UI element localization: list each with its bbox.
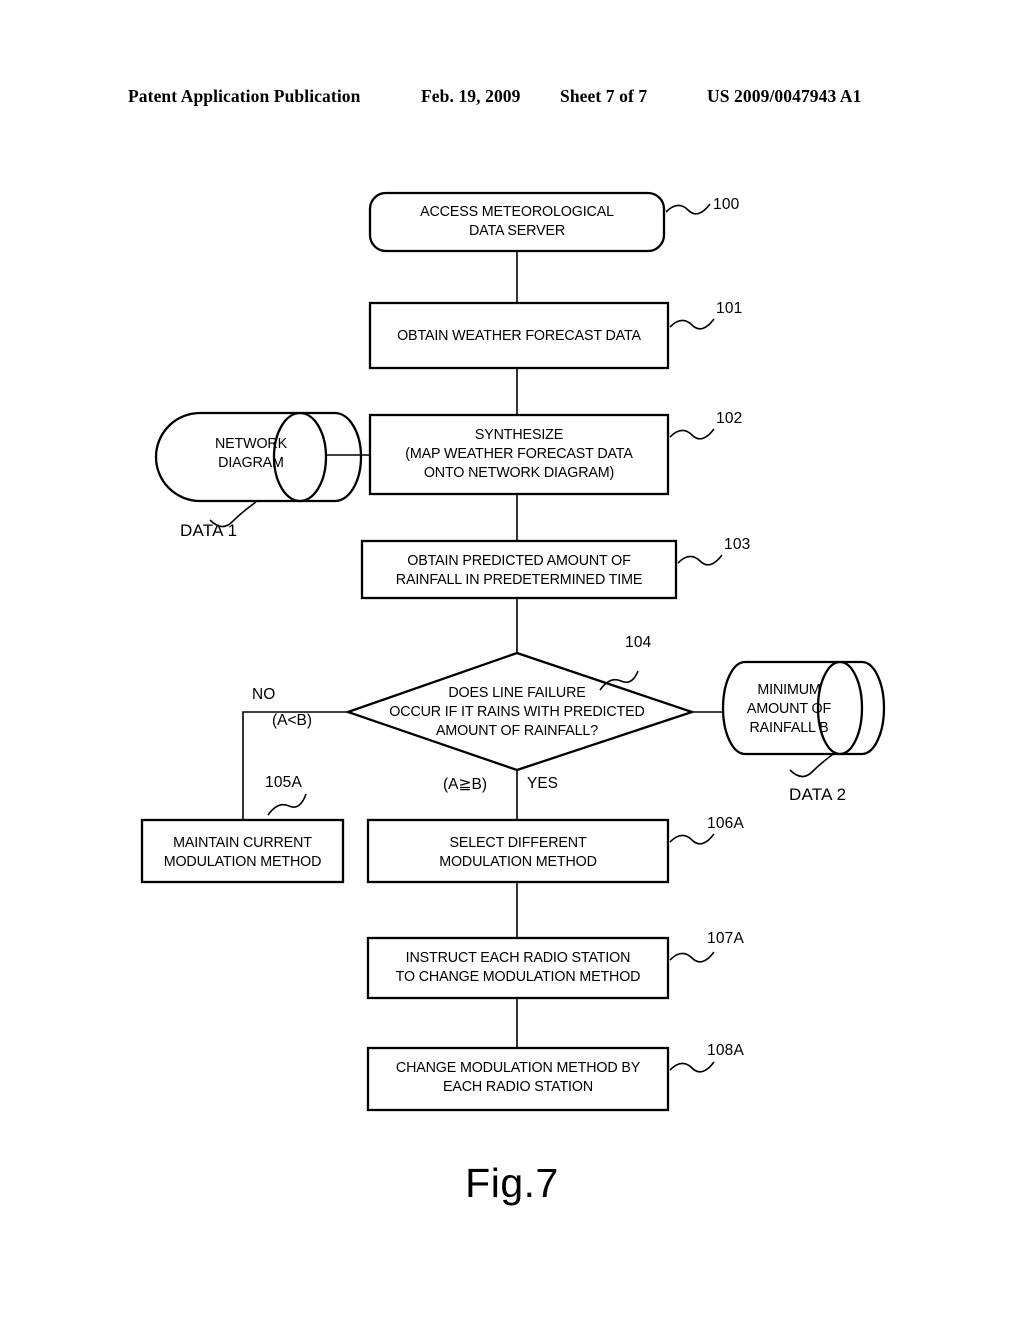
ref-numeral-data1: DATA 1 xyxy=(180,521,238,540)
flowchart-figure: ACCESS METEOROLOGICAL DATA SERVER OBTAIN… xyxy=(0,0,1024,1320)
leader-103 xyxy=(677,554,723,566)
leader-101 xyxy=(669,318,715,330)
ref-numeral-102: 102 xyxy=(716,410,743,427)
ref-numeral-100: 100 xyxy=(713,196,740,213)
branch-label-yes: YES xyxy=(527,775,559,792)
ref-numeral-104: 104 xyxy=(625,634,652,651)
ref-numeral-data2: DATA 2 xyxy=(789,785,847,804)
ref-numeral-106A: 106A xyxy=(707,815,744,832)
ref-numeral-105A: 105A xyxy=(265,774,302,791)
data2-label: MINIMUM AMOUNT OF RAINFALL B xyxy=(746,681,832,736)
node-108A-label: CHANGE MODULATION METHOD BY EACH RADIO S… xyxy=(395,1059,641,1095)
node-103-label: OBTAIN PREDICTED AMOUNT OF RAINFALL IN P… xyxy=(395,552,643,588)
node-107A-label: INSTRUCT EACH RADIO STATION TO CHANGE MO… xyxy=(395,949,641,985)
flowchart-vector-layer xyxy=(140,191,886,1112)
node-105A-label: MAINTAIN CURRENT MODULATION METHOD xyxy=(163,834,322,870)
node-102-label: SYNTHESIZE (MAP WEATHER FORECAST DATA ON… xyxy=(405,426,633,481)
leader-100 xyxy=(665,203,711,215)
data1-cylinder-right-cap xyxy=(334,411,363,503)
branch-condition-no: (A<B) xyxy=(272,712,313,729)
leader-data2 xyxy=(789,751,837,778)
leader-105A xyxy=(267,793,307,816)
leader-106A xyxy=(669,833,715,845)
branch-label-no: NO xyxy=(252,686,276,703)
figure-caption: Fig.7 xyxy=(465,1160,559,1206)
leader-107A xyxy=(669,951,715,963)
node-101-label: OBTAIN WEATHER FORECAST DATA xyxy=(397,327,641,344)
leader-102 xyxy=(669,428,715,440)
leader-108A xyxy=(669,1061,715,1073)
node-104-label: DOES LINE FAILURE OCCUR IF IT RAINS WITH… xyxy=(389,684,645,739)
ref-numeral-103: 103 xyxy=(724,536,751,553)
ref-numeral-108A: 108A xyxy=(707,1042,744,1059)
ref-numeral-107A: 107A xyxy=(707,930,744,947)
branch-condition-yes: (A≧B) xyxy=(443,776,487,793)
node-106A-label: SELECT DIFFERENT MODULATION METHOD xyxy=(439,834,597,870)
data1-label: NETWORK DIAGRAM xyxy=(215,435,287,471)
node-100-label: ACCESS METEOROLOGICAL DATA SERVER xyxy=(420,203,614,239)
ref-numeral-101: 101 xyxy=(716,300,743,317)
data2-cylinder-right-cap xyxy=(861,660,886,756)
